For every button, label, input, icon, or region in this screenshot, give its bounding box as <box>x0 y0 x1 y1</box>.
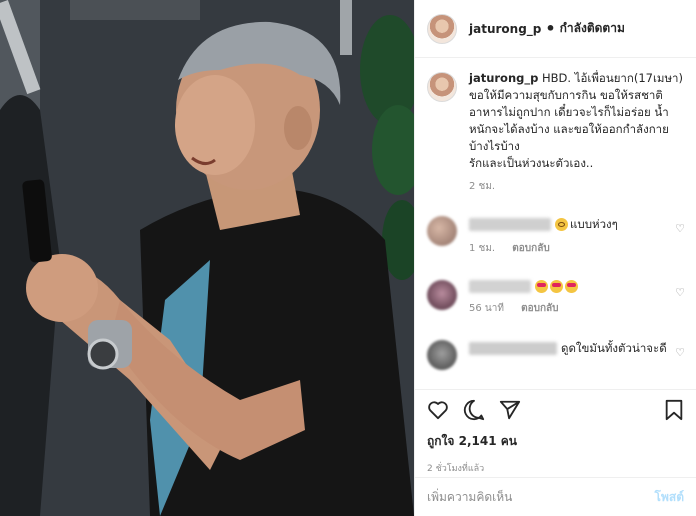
post-comment-button[interactable]: โพสต์ <box>655 488 684 507</box>
comment-input[interactable]: เพิ่มความคิดเห็น <box>427 488 512 507</box>
reply-button[interactable]: ตอบกลับ <box>512 243 549 254</box>
blurred-username <box>469 218 551 231</box>
heart-eyes-emoji <box>535 280 548 293</box>
comment-row: ดูดใขมันทั้งตัวน่าจะดี ♡ <box>427 340 685 370</box>
like-count[interactable]: ถูกใจ 2,141 คน <box>427 432 684 451</box>
comments-section: jaturong_p HBD. ไอ้เพื่อนยาก(17เมษา) ขอใ… <box>415 70 696 195</box>
reply-button[interactable]: ตอบกลับ <box>521 303 558 314</box>
blurred-username <box>469 342 557 355</box>
cry-emoji <box>555 218 568 231</box>
blurred-username <box>469 280 531 293</box>
commenter-avatar[interactable] <box>427 340 457 370</box>
commenter-avatar[interactable] <box>427 280 457 310</box>
bookmark-icon[interactable] <box>664 399 684 421</box>
comment-like-icon[interactable]: ♡ <box>675 222 685 235</box>
caption-username[interactable]: jaturong_p <box>469 71 538 85</box>
photo-illustration <box>0 0 414 516</box>
caption-avatar[interactable] <box>427 72 457 102</box>
author-avatar[interactable] <box>427 13 457 44</box>
following-button[interactable]: กำลังติดตาม <box>560 19 625 38</box>
comment-icon[interactable] <box>463 399 485 421</box>
caption-text-2: รักและเป็นห่วงนะตัวเอง.. <box>469 156 594 170</box>
comment-row: 56 นาที ตอบกลับ ♡ <box>427 280 685 316</box>
caption-time: 2 ชม. <box>469 181 496 192</box>
post-timestamp[interactable]: 2 ชั่วโมงที่แล้ว <box>427 461 684 475</box>
comment-time: 56 นาที <box>469 303 504 314</box>
heart-eyes-emoji <box>550 280 563 293</box>
comment-text: แบบห่วงๆ <box>570 217 618 231</box>
post-actions: ถูกใจ 2,141 คน 2 ชั่วโมงที่แล้ว <box>415 389 696 477</box>
author-username[interactable]: jaturong_p <box>469 22 541 36</box>
share-icon[interactable] <box>499 399 521 421</box>
post-side-panel: jaturong_p • กำลังติดตาม jaturong_p HBD.… <box>414 0 696 516</box>
comment-like-icon[interactable]: ♡ <box>675 286 685 299</box>
heart-eyes-emoji <box>565 280 578 293</box>
instagram-post: jaturong_p • กำลังติดตาม jaturong_p HBD.… <box>0 0 696 516</box>
commenter-avatar[interactable] <box>427 216 457 246</box>
comment-text: ดูดใขมันทั้งตัวน่าจะดี <box>561 341 667 355</box>
post-header: jaturong_p • กำลังติดตาม <box>415 0 696 58</box>
add-comment-bar: เพิ่มความคิดเห็น โพสต์ <box>415 477 696 516</box>
header-separator: • <box>545 19 556 38</box>
post-caption: jaturong_p HBD. ไอ้เพื่อนยาก(17เมษา) ขอใ… <box>427 70 684 195</box>
comment-like-icon[interactable]: ♡ <box>675 346 685 359</box>
comment-time: 1 ชม. <box>469 243 496 254</box>
post-photo[interactable] <box>0 0 414 516</box>
heart-icon[interactable] <box>427 400 449 420</box>
comment-row: แบบห่วงๆ 1 ชม. ตอบกลับ ♡ <box>427 216 685 256</box>
